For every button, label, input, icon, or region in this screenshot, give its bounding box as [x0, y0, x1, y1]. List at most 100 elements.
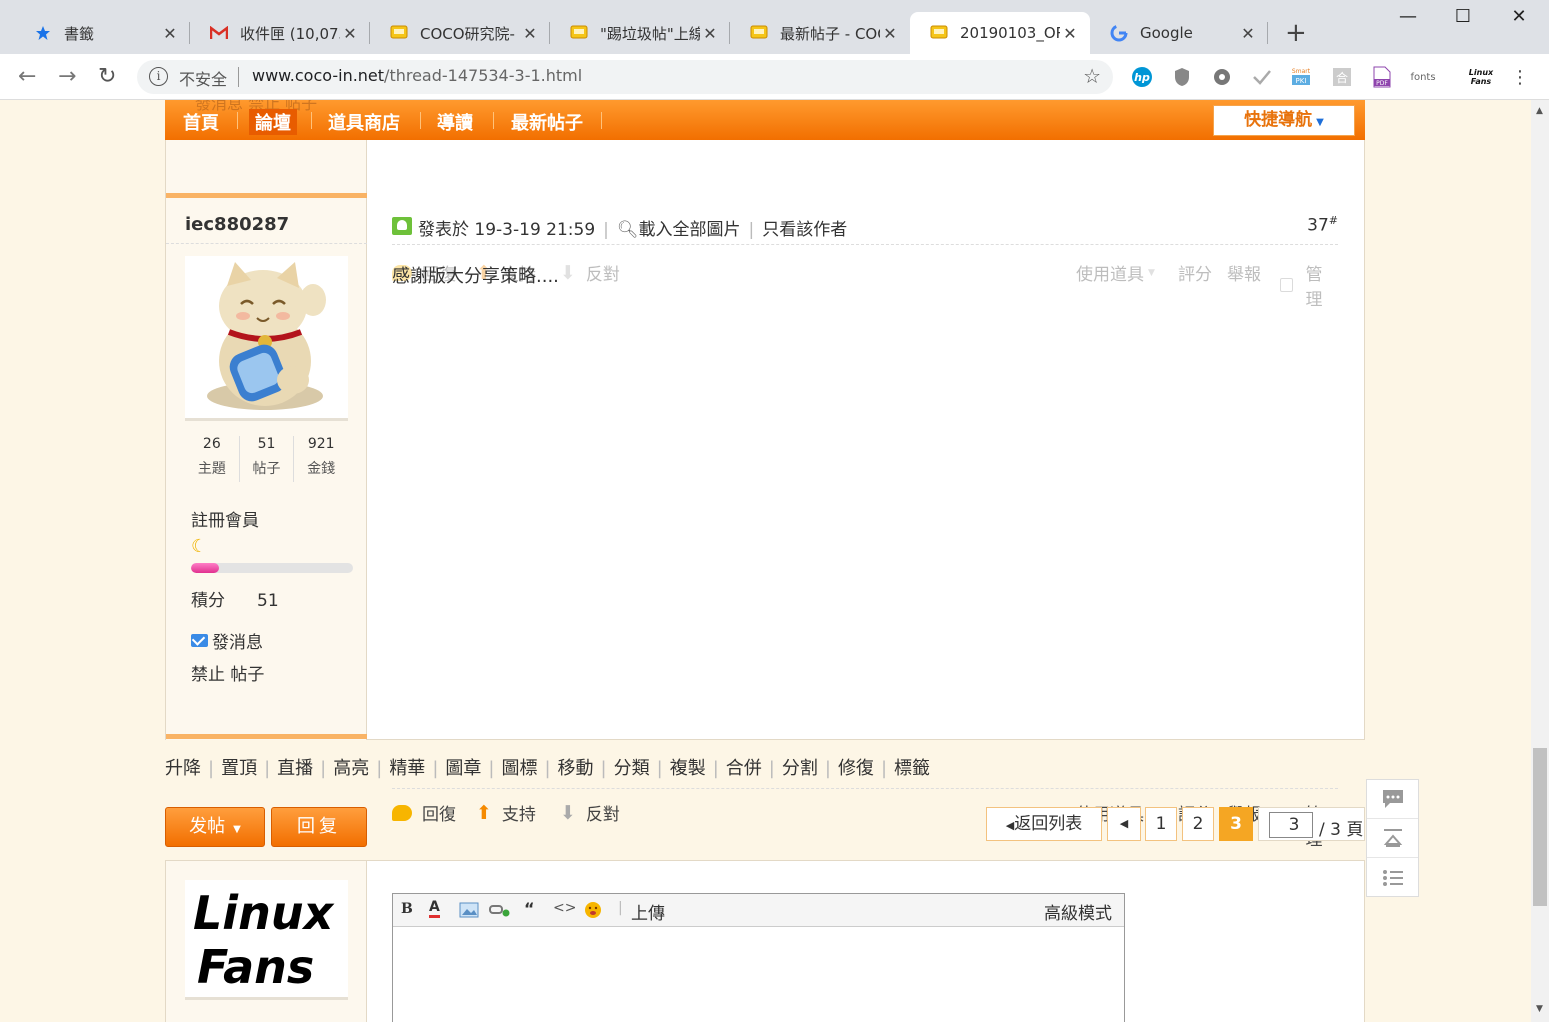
close-icon[interactable]: ✕ [880, 24, 900, 43]
security-label[interactable]: 不安全 [179, 66, 227, 90]
moderation-action[interactable]: 高亮 [333, 758, 369, 779]
check-icon[interactable] [1251, 66, 1273, 88]
new-tab-button[interactable]: + [1285, 18, 1307, 48]
page-number-input[interactable]: 3 [1269, 812, 1313, 838]
pdf-icon[interactable]: PDF [1371, 66, 1393, 88]
linuxfans-icon[interactable]: Linux Fans [1467, 66, 1495, 88]
list-icon[interactable] [1367, 858, 1418, 897]
moderation-action[interactable]: 圖標 [501, 758, 537, 779]
moderation-action[interactable]: 置頂 [221, 758, 257, 779]
quote-icon[interactable]: “ [524, 899, 535, 918]
tab-bookmarks[interactable]: 書籤 ✕ [14, 12, 190, 54]
quick-nav-button[interactable]: 快捷導航 ▼ [1213, 105, 1355, 136]
reload-icon[interactable]: ↻ [98, 64, 116, 89]
tab-coco-institute[interactable]: COCO研究院- ✕ [370, 12, 550, 54]
back-to-list-button[interactable]: ◀返回列表 [986, 807, 1102, 841]
stat-posts[interactable]: 51 帖子 [240, 436, 295, 482]
advanced-mode-link[interactable]: 高級模式 [1044, 899, 1112, 924]
new-post-button[interactable]: 发帖 ▼ [165, 807, 265, 847]
smartpki-icon[interactable]: Smart PKI [1290, 66, 1312, 88]
image-icon[interactable] [459, 902, 479, 922]
reply-main-button[interactable]: 回复 [271, 807, 367, 847]
author-rank[interactable]: 註冊會員 [191, 506, 259, 531]
link-icon[interactable] [489, 903, 511, 921]
fonts-icon[interactable]: fonts [1410, 66, 1436, 88]
info-icon[interactable]: i [149, 67, 168, 86]
prev-report-button[interactable]: 舉報 [1227, 260, 1261, 285]
emoji-icon[interactable] [584, 901, 602, 923]
maximize-button[interactable]: ☐ [1443, 6, 1483, 27]
close-icon[interactable]: ✕ [700, 24, 720, 43]
tab-kick-spam[interactable]: "踢垃圾帖"上線 ✕ [550, 12, 730, 54]
font-color-button[interactable]: A [429, 899, 440, 918]
nav-item-shop[interactable]: 道具商店 [328, 109, 400, 135]
merge-icon[interactable]: 合 [1331, 66, 1353, 88]
scroll-down-icon[interactable]: ▼ [1536, 1004, 1543, 1014]
page-3-current[interactable]: 3 [1219, 807, 1253, 841]
nav-guide[interactable]: 導讀 [437, 109, 473, 135]
reply-button[interactable]: 回復 [392, 800, 456, 825]
close-icon[interactable]: ✕ [1060, 24, 1080, 43]
floor-number[interactable]: 37# [1307, 214, 1338, 236]
scroll-up-icon[interactable]: ▲ [1536, 106, 1543, 116]
hp-icon[interactable]: hp [1131, 66, 1153, 88]
moderation-action[interactable]: 精華 [389, 758, 425, 779]
load-all-images-link[interactable]: 載入全部圖片 [638, 220, 740, 240]
moderation-action[interactable]: 移動 [558, 758, 594, 779]
page-2-link[interactable]: 2 [1182, 807, 1214, 841]
close-icon[interactable]: ✕ [340, 24, 360, 43]
stat-money[interactable]: 921 金錢 [294, 436, 348, 482]
send-message-link[interactable]: 發消息 [191, 628, 263, 653]
page-scrollbar[interactable]: ▲ ▼ [1531, 100, 1549, 1022]
tab-latest-posts[interactable]: 最新帖子 - COC ✕ [730, 12, 910, 54]
nav-latest-posts[interactable]: 最新帖子 [511, 109, 583, 135]
close-icon[interactable]: ✕ [520, 24, 540, 43]
scroll-thumb[interactable] [1533, 748, 1547, 906]
linux-fans-avatar[interactable]: Linux Fans [185, 880, 348, 1000]
comment-icon[interactable] [1367, 780, 1418, 819]
reply-editor[interactable]: B A “ <> | 上傳 高級模式 [392, 893, 1125, 1022]
gear-icon[interactable] [1211, 66, 1233, 88]
moderation-action[interactable]: 分類 [614, 758, 650, 779]
menu-icon[interactable]: ⋮ [1509, 66, 1531, 88]
code-icon[interactable]: <> [553, 900, 576, 916]
nav-forum[interactable]: 論壇 [249, 109, 297, 135]
author-username[interactable]: iec880287 [185, 214, 289, 235]
ban-posts-link[interactable]: 禁止 帖子 [191, 660, 264, 685]
prev-manage-checkbox[interactable]: 管理 [1280, 260, 1338, 310]
nav-home[interactable]: 首頁 [183, 109, 219, 135]
moderation-action[interactable]: 複製 [670, 758, 706, 779]
forward-arrow-icon[interactable]: → [58, 64, 76, 89]
back-to-top-icon[interactable] [1367, 819, 1418, 858]
minimize-button[interactable]: — [1388, 6, 1428, 27]
close-icon[interactable]: ✕ [160, 24, 180, 43]
url-text[interactable]: www.coco-in.net/thread-147534-3-1.html [252, 66, 582, 85]
prev-oppose-button[interactable]: ⬇ 反對 [560, 260, 620, 286]
prev-rate-button[interactable]: 評分 [1178, 260, 1212, 285]
moderation-action[interactable]: 直播 [277, 758, 313, 779]
moderation-action[interactable]: 升降 [165, 758, 201, 779]
moderation-action[interactable]: 標籤 [894, 758, 930, 779]
prev-page-button[interactable]: ◀ [1107, 807, 1141, 841]
page-1-link[interactable]: 1 [1145, 807, 1177, 841]
upload-button[interactable]: 上傳 [631, 899, 665, 924]
tab-gmail[interactable]: 收件匣 (10,073 ✕ [190, 12, 370, 54]
author-avatar[interactable] [185, 256, 348, 421]
back-arrow-icon[interactable]: ← [18, 64, 36, 89]
prev-use-tool-button[interactable]: 使用道具 ▼ [1076, 260, 1155, 285]
shield-icon[interactable] [1171, 66, 1193, 88]
moderation-action[interactable]: 修復 [838, 758, 874, 779]
bold-button[interactable]: B [401, 901, 413, 917]
tab-current-thread[interactable]: 20190103_OR ✕ [910, 12, 1090, 54]
oppose-button[interactable]: ⬇ 反對 [560, 800, 620, 826]
only-author-link[interactable]: 只看該作者 [762, 220, 847, 240]
support-button[interactable]: ⬆ 支持 [476, 800, 536, 826]
stat-threads[interactable]: 26 主題 [185, 436, 240, 482]
address-bar[interactable]: i 不安全 www.coco-in.net/thread-147534-3-1.… [137, 60, 1113, 94]
moderation-action[interactable]: 分割 [782, 758, 818, 779]
close-icon[interactable]: ✕ [1238, 24, 1258, 43]
moderation-action[interactable]: 合併 [726, 758, 762, 779]
moderation-action[interactable]: 圖章 [445, 758, 481, 779]
tab-google[interactable]: Google ✕ [1090, 12, 1268, 54]
bookmark-star-icon[interactable]: ☆ [1083, 64, 1101, 88]
